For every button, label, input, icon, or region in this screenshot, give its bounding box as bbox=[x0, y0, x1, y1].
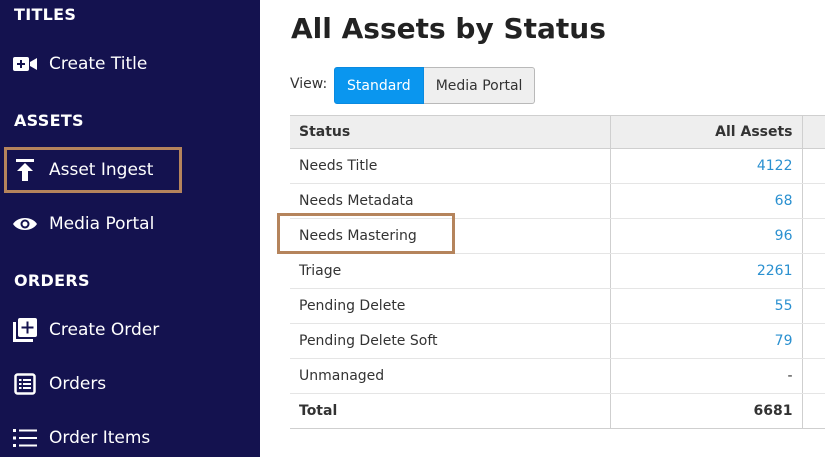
count-link[interactable]: 55 bbox=[775, 298, 793, 314]
main-content: All Assets by Status View: Standard Medi… bbox=[260, 0, 825, 457]
table-row: Needs Title 4122 bbox=[290, 148, 825, 184]
video-plus-icon bbox=[12, 52, 38, 76]
header-status[interactable]: Status bbox=[290, 115, 611, 149]
total-label: Total bbox=[290, 393, 611, 429]
sidebar-item-asset-ingest[interactable]: Asset Ingest bbox=[12, 155, 153, 185]
header-all-assets[interactable]: All Assets bbox=[610, 115, 803, 149]
sidebar-item-create-order[interactable]: Create Order bbox=[12, 315, 159, 345]
header-extra bbox=[802, 115, 825, 149]
sidebar-item-orders[interactable]: Orders bbox=[12, 369, 106, 399]
total-extra bbox=[802, 393, 825, 429]
row-status: Needs Metadata bbox=[290, 183, 611, 219]
sidebar: TITLES Create Title ASSETS Asset Ingest … bbox=[0, 0, 260, 457]
table-row: Unmanaged - bbox=[290, 358, 825, 394]
view-standard-button[interactable]: Standard bbox=[334, 67, 424, 104]
count-link[interactable]: 68 bbox=[775, 193, 793, 209]
row-count-cell: 96 bbox=[610, 218, 803, 254]
count-link[interactable]: 2261 bbox=[757, 263, 793, 279]
sidebar-item-create-title[interactable]: Create Title bbox=[12, 49, 147, 79]
row-extra bbox=[802, 323, 825, 359]
view-toggle: Standard Media Portal bbox=[334, 67, 536, 104]
view-media-portal-button[interactable]: Media Portal bbox=[423, 67, 536, 104]
page-title: All Assets by Status bbox=[291, 12, 606, 45]
sidebar-item-label: Create Title bbox=[49, 54, 148, 74]
upload-icon bbox=[12, 158, 38, 182]
sidebar-item-label: Media Portal bbox=[49, 214, 155, 234]
eye-icon bbox=[12, 212, 38, 236]
table-row: Triage 2261 bbox=[290, 253, 825, 289]
row-extra bbox=[802, 288, 825, 324]
row-count: - bbox=[610, 358, 803, 394]
count-link[interactable]: 96 bbox=[775, 228, 793, 244]
table-total-row: Total 6681 bbox=[290, 393, 825, 429]
list-box-icon bbox=[12, 372, 38, 396]
row-extra bbox=[802, 218, 825, 254]
row-extra bbox=[802, 358, 825, 394]
list-icon bbox=[12, 426, 38, 450]
table-row: Pending Delete Soft 79 bbox=[290, 323, 825, 359]
row-count-cell: 68 bbox=[610, 183, 803, 219]
table-row: Pending Delete 55 bbox=[290, 288, 825, 324]
row-status: Needs Title bbox=[290, 148, 611, 184]
row-status: Triage bbox=[290, 253, 611, 289]
add-box-icon bbox=[12, 318, 38, 342]
count-link[interactable]: 79 bbox=[775, 333, 793, 349]
sidebar-item-label: Create Order bbox=[49, 320, 160, 340]
sidebar-item-label: Asset Ingest bbox=[49, 160, 154, 180]
row-extra bbox=[802, 148, 825, 184]
row-extra bbox=[802, 183, 825, 219]
sidebar-item-media-portal[interactable]: Media Portal bbox=[12, 209, 154, 239]
section-titles: TITLES bbox=[14, 5, 77, 24]
row-status: Pending Delete Soft bbox=[290, 323, 611, 359]
total-count: 6681 bbox=[610, 393, 803, 429]
table-row: Needs Metadata 68 bbox=[290, 183, 825, 219]
section-orders: ORDERS bbox=[14, 271, 90, 290]
view-label: View: bbox=[290, 76, 328, 92]
table-header-row: Status All Assets bbox=[290, 115, 825, 149]
row-extra bbox=[802, 253, 825, 289]
row-count-cell: 55 bbox=[610, 288, 803, 324]
row-status: Pending Delete bbox=[290, 288, 611, 324]
row-count-cell: 2261 bbox=[610, 253, 803, 289]
sidebar-item-label: Orders bbox=[49, 374, 107, 394]
assets-status-table: Status All Assets Needs Title 4122 Needs… bbox=[290, 115, 825, 429]
sidebar-item-order-items[interactable]: Order Items bbox=[12, 423, 150, 453]
count-link[interactable]: 4122 bbox=[757, 158, 793, 174]
table-row: Needs Mastering 96 bbox=[290, 218, 825, 254]
row-status: Needs Mastering bbox=[290, 218, 611, 254]
row-count-cell: 4122 bbox=[610, 148, 803, 184]
section-assets: ASSETS bbox=[14, 111, 84, 130]
sidebar-item-label: Order Items bbox=[49, 428, 151, 448]
row-count-cell: 79 bbox=[610, 323, 803, 359]
row-status: Unmanaged bbox=[290, 358, 611, 394]
